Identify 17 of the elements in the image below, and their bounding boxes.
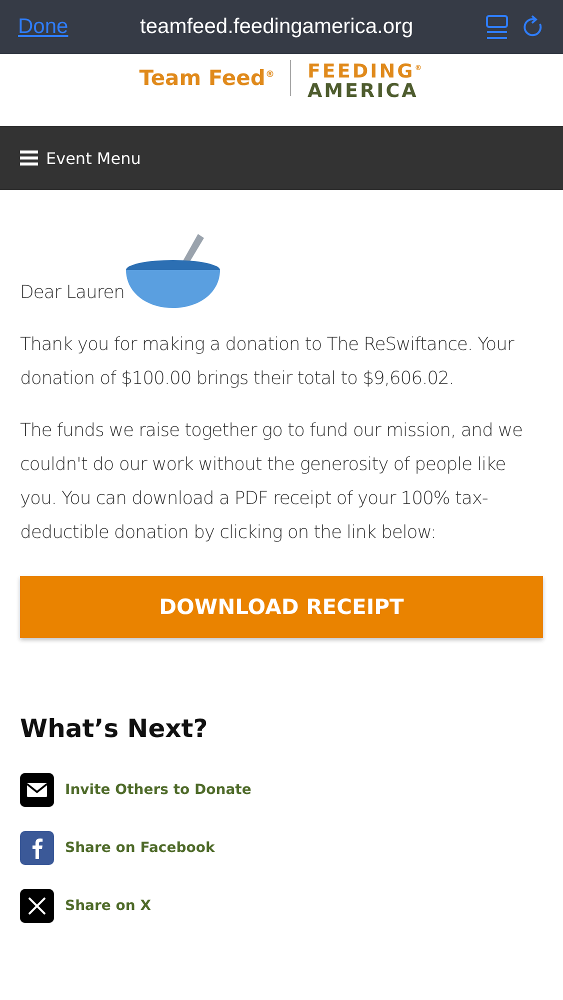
- reader-icon[interactable]: [485, 14, 509, 40]
- share-link[interactable]: Invite Others to Donate: [20, 773, 543, 807]
- section-heading: What’s Next?: [20, 714, 209, 743]
- message-paragraph: Thank you for making a donation to The ReSwiftance. Your donation of $100.00 brings their total to $9,606.02.: [20, 333, 516, 391]
- message-paragraph: The funds we raise together go to fund our mission, and we couldn't do our work without the generosity of people like you. You can download a PDF receipt of your 100% tax-deductible donation by clicking on the link below:: [20, 419, 524, 545]
- feeding-logo-text: FEEDING$^{®}$: [307, 59, 424, 82]
- share-link[interactable]: Share on X: [20, 889, 543, 923]
- url-text: teamfeed.feedingamerica.org: [139, 15, 414, 39]
- america-logo-text: AMERICA: [307, 81, 420, 102]
- team-feed-logo: Team Feed$^{®}$: [139, 66, 274, 90]
- greeting-text: Dear Lauren: [20, 281, 124, 305]
- envelope-icon: [20, 773, 54, 807]
- share-link[interactable]: Share on Facebook: [20, 831, 543, 865]
- event-menu-button[interactable]: Event Menu: [20, 148, 141, 168]
- x-icon: [20, 889, 54, 923]
- menu-icon: [20, 150, 38, 166]
- facebook-icon: [20, 831, 54, 865]
